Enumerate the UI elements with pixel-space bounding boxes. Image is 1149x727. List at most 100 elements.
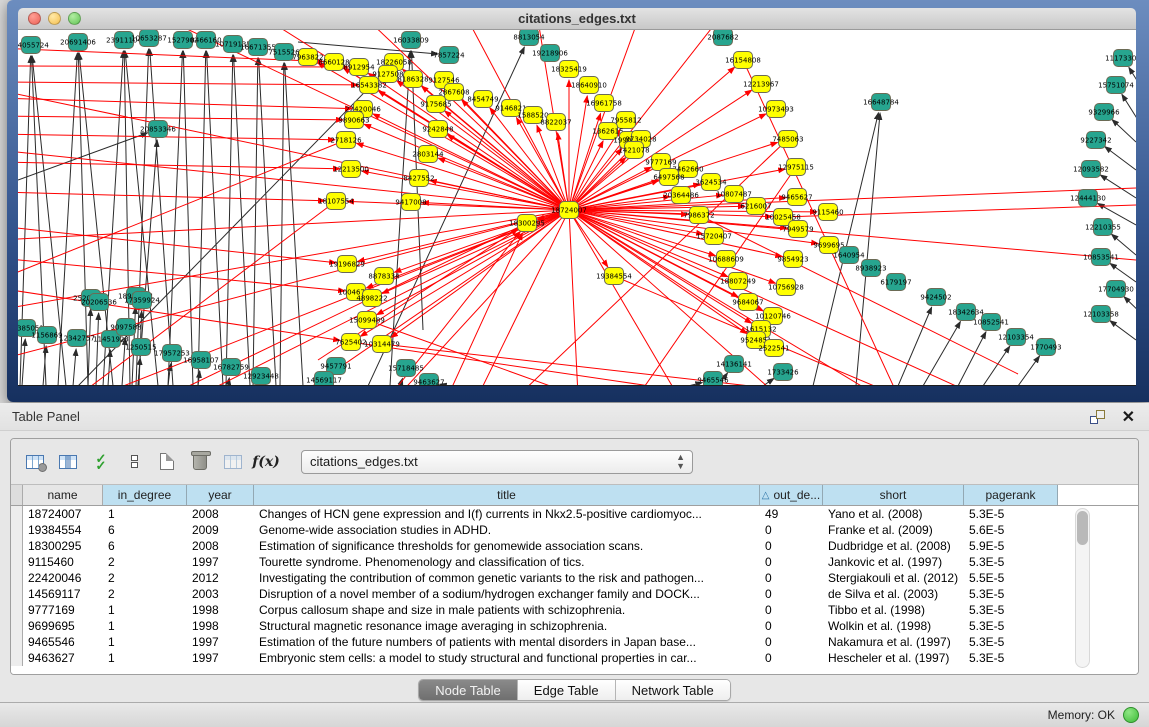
table-row[interactable]: 1456911722003Disruption of a novel membe… bbox=[11, 586, 1138, 602]
graph-node[interactable]: 12103354 bbox=[998, 329, 1034, 346]
graph-node[interactable]: 9463627 bbox=[413, 374, 444, 387]
graph-node[interactable]: 18640910 bbox=[571, 77, 607, 94]
graph-node[interactable]: 12213500 bbox=[333, 161, 369, 178]
table-row[interactable]: 946554611997Estimation of the future num… bbox=[11, 634, 1138, 650]
table-vertical-scrollbar[interactable] bbox=[1075, 508, 1090, 668]
table-row[interactable]: 1830029562008Estimation of significance … bbox=[11, 538, 1138, 554]
citation-edge-red[interactable] bbox=[569, 210, 678, 386]
graph-node[interactable]: 3624534 bbox=[695, 174, 727, 191]
graph-node[interactable]: 12093582 bbox=[1073, 161, 1109, 178]
citation-edge-red[interactable] bbox=[18, 288, 340, 340]
graph-node[interactable]: 9424502 bbox=[920, 289, 951, 306]
column-header-year[interactable]: year bbox=[187, 485, 254, 505]
table-row[interactable]: 977716911998Corpus callosum shape and si… bbox=[11, 602, 1138, 618]
graph-node[interactable]: 8938923 bbox=[855, 260, 886, 277]
graph-node[interactable]: 20691406 bbox=[60, 34, 96, 51]
graph-node[interactable]: 20364486 bbox=[663, 187, 699, 204]
show-columns-button[interactable] bbox=[56, 450, 80, 474]
citation-edge-black[interactable] bbox=[73, 349, 76, 386]
citation-edge-red[interactable] bbox=[569, 210, 978, 386]
citation-edge-black[interactable] bbox=[1018, 356, 1040, 386]
tab-node-table[interactable]: Node Table bbox=[419, 680, 518, 700]
delete-table-button[interactable] bbox=[221, 450, 245, 474]
tab-network-table[interactable]: Network Table bbox=[616, 680, 730, 700]
table-selector-dropdown[interactable]: citations_edges.txt ▲▼ bbox=[301, 450, 693, 474]
graph-node[interactable]: 1250515 bbox=[125, 339, 156, 356]
citation-edge-black[interactable] bbox=[1105, 147, 1136, 170]
citation-edge-red[interactable] bbox=[478, 210, 569, 386]
graph-node[interactable]: 10853541 bbox=[1083, 249, 1119, 266]
table-row[interactable]: 969969511998Structural magnetic resonanc… bbox=[11, 618, 1138, 634]
citation-edge-black[interactable] bbox=[259, 58, 276, 386]
float-panel-icon[interactable] bbox=[1090, 410, 1105, 424]
table-row[interactable]: 1872400712008Changes of HCN gene express… bbox=[11, 506, 1138, 522]
citation-edge-red[interactable] bbox=[569, 96, 587, 210]
graph-node[interactable]: 15720407 bbox=[696, 228, 732, 245]
citation-edge-red[interactable] bbox=[18, 82, 358, 85]
graph-node[interactable]: 7857224 bbox=[433, 47, 465, 64]
citation-edge-black[interactable] bbox=[228, 378, 229, 386]
delete-column-button[interactable] bbox=[188, 450, 212, 474]
citation-edge-black[interactable] bbox=[234, 55, 250, 386]
graph-node[interactable]: 12103358 bbox=[1083, 306, 1119, 323]
citation-edge-black[interactable] bbox=[280, 63, 284, 386]
citation-edge-black[interactable] bbox=[183, 51, 193, 386]
graph-node[interactable]: 9465546 bbox=[697, 372, 729, 387]
graph-node[interactable]: 16154808 bbox=[725, 52, 761, 69]
graph-node[interactable]: 2087682 bbox=[707, 30, 738, 46]
graph-node[interactable]: 18807249 bbox=[720, 273, 756, 290]
table-row[interactable]: 1938455462009Genome-wide association stu… bbox=[11, 522, 1138, 538]
graph-node[interactable]: 11173305 bbox=[1105, 50, 1136, 67]
column-header-title[interactable]: title bbox=[254, 485, 760, 505]
graph-node[interactable]: 9115460 bbox=[812, 204, 843, 221]
citation-edge-black[interactable] bbox=[958, 332, 986, 386]
citation-edge-black[interactable] bbox=[18, 133, 148, 180]
citation-edge-black[interactable] bbox=[923, 322, 960, 386]
graph-node[interactable]: 15751074 bbox=[1098, 77, 1134, 94]
citation-edge-red[interactable] bbox=[569, 210, 578, 386]
citation-edge-black[interactable] bbox=[763, 378, 774, 386]
citation-edge-red[interactable] bbox=[364, 124, 569, 210]
column-header-pagerank[interactable]: pagerank bbox=[964, 485, 1058, 505]
graph-node[interactable]: 1770493 bbox=[1030, 339, 1061, 356]
citation-edge-black[interactable] bbox=[22, 339, 25, 386]
citation-edge-black[interactable] bbox=[198, 51, 206, 386]
graph-node[interactable]: 10756928 bbox=[768, 279, 804, 296]
citation-edge-black[interactable] bbox=[96, 313, 99, 386]
graph-node[interactable]: 6179197 bbox=[880, 274, 911, 291]
citation-edge-black[interactable] bbox=[168, 51, 183, 386]
citation-network-graph[interactable]: 1872400779638228660128891295418226058912… bbox=[18, 30, 1136, 386]
graph-node[interactable]: 8454749 bbox=[467, 91, 498, 108]
graph-node[interactable]: 18325419 bbox=[551, 61, 587, 78]
citation-edge-red[interactable] bbox=[18, 192, 325, 201]
table-row[interactable]: 2242004622012Investigating the contribut… bbox=[11, 570, 1138, 586]
graph-node[interactable]: 14136141 bbox=[716, 356, 752, 373]
function-builder-button[interactable]: f(x) bbox=[254, 450, 278, 474]
window-titlebar[interactable]: citations_edges.txt bbox=[18, 8, 1136, 30]
citation-edge-red[interactable] bbox=[391, 210, 569, 338]
citation-edge-black[interactable] bbox=[983, 346, 1010, 386]
graph-node[interactable]: 9854923 bbox=[777, 251, 808, 268]
tab-edge-table[interactable]: Edge Table bbox=[518, 680, 616, 700]
graph-node[interactable]: 24055724 bbox=[18, 37, 49, 54]
graph-node[interactable]: 9227342 bbox=[1080, 132, 1111, 149]
graph-node[interactable]: 17704930 bbox=[1098, 281, 1134, 298]
graph-node[interactable]: 12444130 bbox=[1070, 190, 1106, 207]
citation-edge-black[interactable] bbox=[1122, 94, 1136, 120]
graph-node[interactable]: 10688609 bbox=[708, 251, 744, 268]
scrollbar-thumb[interactable] bbox=[1077, 511, 1088, 545]
citation-edge-red[interactable] bbox=[398, 232, 520, 386]
graph-node[interactable]: 19196829 bbox=[329, 256, 365, 273]
graph-node[interactable]: 7625402 bbox=[335, 334, 366, 351]
column-header-in_degree[interactable]: in_degree bbox=[103, 485, 187, 505]
graph-node[interactable]: 9417008 bbox=[395, 194, 426, 211]
citation-edge-black[interactable] bbox=[898, 307, 932, 386]
graph-node[interactable]: 2718126 bbox=[330, 132, 362, 149]
citation-edge-black[interactable] bbox=[1124, 297, 1136, 315]
table-row[interactable]: 946362711997Embryonic stem cells: a mode… bbox=[11, 650, 1138, 666]
graph-node[interactable]: 18107554 bbox=[318, 193, 354, 210]
graph-node[interactable]: 9329966 bbox=[1088, 104, 1120, 121]
column-header-short[interactable]: short bbox=[823, 485, 964, 505]
table-row[interactable]: 911546021997Tourette syndrome. Phenomeno… bbox=[11, 554, 1138, 570]
graph-node[interactable]: 16648784 bbox=[863, 94, 899, 111]
